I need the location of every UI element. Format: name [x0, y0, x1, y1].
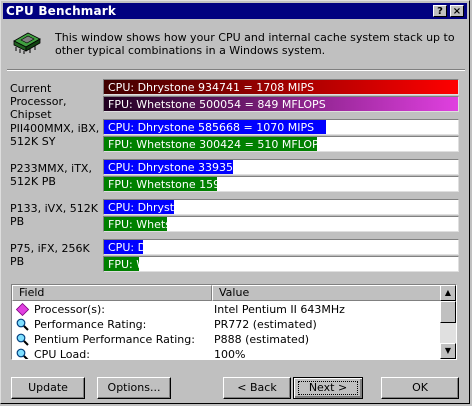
close-button[interactable]: ×: [450, 5, 464, 17]
processor-label: P75, iFX, 256K PB: [10, 242, 90, 268]
cpu-bar-label: CPU: Dhrystone 585668 = 1070 MIPS: [108, 121, 315, 134]
options-button-label: Options...: [107, 381, 161, 394]
next-button[interactable]: Next >: [293, 377, 363, 399]
window-title: CPU Benchmark: [6, 4, 117, 18]
scroll-up-arrow-icon[interactable]: ▲: [440, 285, 456, 301]
processor-label: Current Processor, Chipset: [10, 82, 67, 121]
magnifier-icon: [16, 348, 29, 359]
fpu-bar-label: FPU: Whetstone 88360 = 150 MFLOPS: [108, 218, 319, 231]
magnifier-icon: [16, 318, 29, 331]
field-name: CPU Load:: [34, 348, 90, 360]
list-item[interactable]: CPU Load: 100%: [12, 347, 442, 360]
update-button[interactable]: Update: [11, 377, 85, 399]
cpu-bar-label: CPU: Dhrystone 186100 = 340 MIPS: [108, 201, 308, 214]
focus-rectangle: [298, 381, 358, 395]
fpu-bar: FPU: Whetstone 159048 = 270 MFLOPS: [103, 176, 459, 192]
update-button-label: Update: [28, 381, 68, 394]
ok-button-label: OK: [412, 381, 428, 394]
back-button[interactable]: < Back: [223, 377, 291, 399]
fpu-bar-label: FPU: Whetstone 159048 = 270 MFLOPS: [108, 178, 326, 191]
column-header-field[interactable]: Field: [12, 285, 212, 301]
field-value: Intel Pentium II 643MHz: [214, 303, 345, 316]
separator: [7, 69, 465, 71]
cpu-chip-icon: [13, 32, 41, 54]
vertical-scrollbar[interactable]: ▲ ▼: [440, 285, 456, 359]
help-button[interactable]: ?: [433, 5, 447, 17]
fpu-bar: FPU: Whetstone 300424 = 510 MFLOPS: [103, 136, 459, 152]
scroll-down-arrow-icon[interactable]: ▼: [440, 343, 456, 359]
list-item[interactable]: Performance Rating: PR772 (estimated): [12, 317, 442, 332]
fpu-bar-label: FPU: Whetstone 500054 = 849 MFLOPS: [108, 98, 326, 111]
details-list[interactable]: Field Value Processor(s): Intel Pentium …: [11, 284, 457, 360]
processor-label: PII400MMX, iBX, 512K SY: [10, 122, 100, 148]
cpu-bar: CPU: Dhrystone 186100 = 340 MIPS: [103, 199, 459, 215]
field-name: Processor(s):: [34, 303, 106, 316]
field-value: P888 (estimated): [214, 333, 310, 346]
cpu-benchmark-window: CPU Benchmark ? × This window shows how …: [0, 0, 470, 404]
field-value: 100%: [214, 348, 246, 360]
column-header-value[interactable]: Value: [212, 285, 442, 301]
fpu-bar: FPU: Whetstone 88360 = 150 MFLOPS: [103, 216, 459, 232]
title-bar[interactable]: CPU Benchmark ? ×: [3, 3, 467, 19]
header: This window shows how your CPU and inter…: [9, 27, 465, 63]
fpu-bar: FPU: Whetstone 500054 = 849 MFLOPS: [103, 96, 459, 112]
field-name: Pentium Performance Rating:: [34, 333, 195, 346]
fpu-bar: FPU: Whetstone 49482 = 84 MFLOPS: [103, 256, 459, 272]
field-value: PR772 (estimated): [214, 318, 317, 331]
magnifier-icon: [16, 333, 29, 346]
processor-label: P233MMX, iTX, 512K PB: [10, 162, 92, 188]
ok-button[interactable]: OK: [381, 377, 459, 399]
list-item[interactable]: Pentium Performance Rating: P888 (estima…: [12, 332, 442, 347]
list-item[interactable]: Processor(s): Intel Pentium II 643MHz: [12, 302, 442, 317]
options-button[interactable]: Options...: [97, 377, 171, 399]
field-name: Performance Rating:: [34, 318, 147, 331]
processor-label: P133, iVX, 512K PB: [10, 202, 98, 228]
cpu-bar-label: CPU: Dhrystone 934741 = 1708 MIPS: [108, 81, 315, 94]
cpu-bar: CPU: Dhrystone 934741 = 1708 MIPS: [103, 79, 459, 95]
cpu-bar-label: CPU: Dhrystone 103997 = 190 MIPS: [108, 241, 308, 254]
cpu-bar: CPU: Dhrystone 339359 = 620 MIPS: [103, 159, 459, 175]
diamond-icon: [16, 303, 29, 316]
cpu-bar: CPU: Dhrystone 585668 = 1070 MIPS: [103, 119, 459, 135]
fpu-bar-label: FPU: Whetstone 300424 = 510 MFLOPS: [108, 138, 326, 151]
intro-text: This window shows how your CPU and inter…: [55, 31, 455, 57]
back-button-label: < Back: [237, 381, 277, 394]
cpu-bar-label: CPU: Dhrystone 339359 = 620 MIPS: [108, 161, 308, 174]
fpu-bar-label: FPU: Whetstone 49482 = 84 MFLOPS: [108, 258, 312, 271]
scroll-thumb[interactable]: [440, 301, 456, 323]
cpu-bar: CPU: Dhrystone 103997 = 190 MIPS: [103, 239, 459, 255]
